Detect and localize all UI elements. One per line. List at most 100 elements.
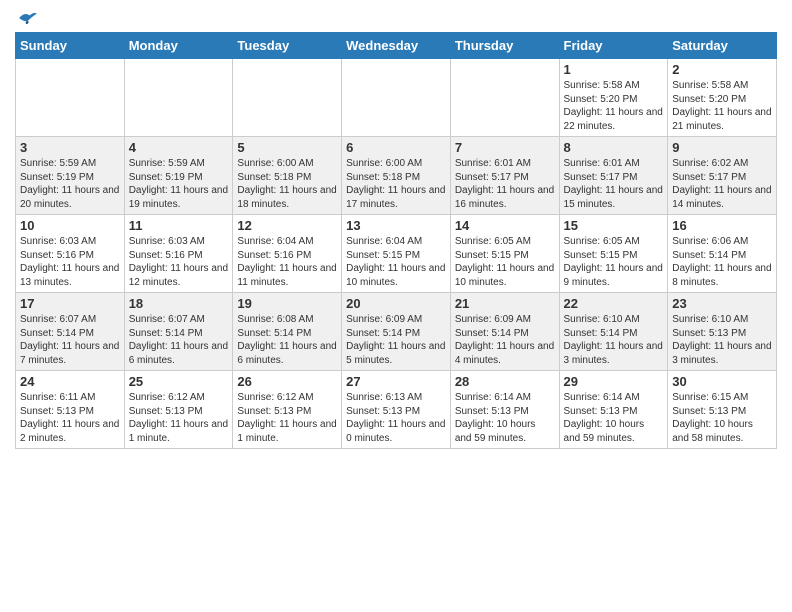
day-number: 21	[455, 296, 555, 311]
calendar-cell: 1 Sunrise: 5:58 AM Sunset: 5:20 PM Daylig…	[559, 59, 668, 137]
column-header-tuesday: Tuesday	[233, 33, 342, 59]
day-number: 17	[20, 296, 120, 311]
calendar-cell	[342, 59, 451, 137]
day-detail: Sunrise: 6:13 AM Sunset: 5:13 PM Dayligh…	[346, 391, 446, 445]
column-header-wednesday: Wednesday	[342, 33, 451, 59]
calendar-table: SundayMondayTuesdayWednesdayThursdayFrid…	[15, 32, 777, 449]
calendar-cell: 12Sunrise: 6:04 AM Sunset: 5:16 PM Dayli…	[233, 215, 342, 293]
day-number: 5	[237, 140, 337, 155]
calendar-cell: 13 Sunrise: 6:04 AM Sunset: 5:15 PM Dayli…	[342, 215, 451, 293]
column-header-saturday: Saturday	[668, 33, 777, 59]
day-detail: Sunrise: 6:10 AM Sunset: 5:13 PM Dayligh…	[672, 313, 772, 367]
day-number: 22	[564, 296, 664, 311]
calendar-cell: 15 Sunrise: 6:05 AM Sunset: 5:15 PM Dayli…	[559, 215, 668, 293]
day-detail: Sunrise: 6:03 AM Sunset: 5:16 PM Dayligh…	[20, 235, 120, 289]
column-header-sunday: Sunday	[16, 33, 125, 59]
calendar-cell: 29 Sunrise: 6:14 AM Sunset: 5:13 PM Dayli…	[559, 371, 668, 449]
calendar-cell: 19 Sunrise: 6:08 AM Sunset: 5:14 PM Dayli…	[233, 293, 342, 371]
calendar-cell: 8 Sunrise: 6:01 AM Sunset: 5:17 PM Daylig…	[559, 137, 668, 215]
logo-bird-icon	[17, 10, 39, 26]
day-detail: Sunrise: 6:11 AM Sunset: 5:13 PM Dayligh…	[20, 391, 120, 445]
logo	[15, 10, 39, 26]
day-number: 20	[346, 296, 446, 311]
calendar-cell: 5 Sunrise: 6:00 AM Sunset: 5:18 PM Daylig…	[233, 137, 342, 215]
day-number: 26	[237, 374, 337, 389]
day-number: 28	[455, 374, 555, 389]
calendar-cell	[124, 59, 233, 137]
day-detail: Sunrise: 5:59 AM Sunset: 5:19 PM Dayligh…	[20, 157, 120, 211]
day-number: 19	[237, 296, 337, 311]
calendar-cell	[16, 59, 125, 137]
calendar-week-row: 1 Sunrise: 5:58 AM Sunset: 5:20 PM Daylig…	[16, 59, 777, 137]
day-detail: Sunrise: 6:03 AM Sunset: 5:16 PM Dayligh…	[129, 235, 229, 289]
calendar-cell: 16 Sunrise: 6:06 AM Sunset: 5:14 PM Dayli…	[668, 215, 777, 293]
day-detail: Sunrise: 6:05 AM Sunset: 5:15 PM Dayligh…	[564, 235, 664, 289]
calendar-week-row: 3 Sunrise: 5:59 AM Sunset: 5:19 PM Daylig…	[16, 137, 777, 215]
day-detail: Sunrise: 6:04 AM Sunset: 5:15 PM Dayligh…	[346, 235, 446, 289]
day-detail: Sunrise: 6:14 AM Sunset: 5:13 PM Dayligh…	[564, 391, 664, 445]
day-number: 8	[564, 140, 664, 155]
day-detail: Sunrise: 6:01 AM Sunset: 5:17 PM Dayligh…	[455, 157, 555, 211]
calendar-cell: 9 Sunrise: 6:02 AM Sunset: 5:17 PM Daylig…	[668, 137, 777, 215]
calendar-cell: 28 Sunrise: 6:14 AM Sunset: 5:13 PM Dayli…	[450, 371, 559, 449]
day-number: 30	[672, 374, 772, 389]
day-detail: Sunrise: 6:00 AM Sunset: 5:18 PM Dayligh…	[237, 157, 337, 211]
day-number: 6	[346, 140, 446, 155]
calendar-cell: 7 Sunrise: 6:01 AM Sunset: 5:17 PM Daylig…	[450, 137, 559, 215]
calendar-cell: 20 Sunrise: 6:09 AM Sunset: 5:14 PM Dayli…	[342, 293, 451, 371]
calendar-cell: 10Sunrise: 6:03 AM Sunset: 5:16 PM Dayli…	[16, 215, 125, 293]
day-number: 11	[129, 218, 229, 233]
day-number: 16	[672, 218, 772, 233]
column-header-friday: Friday	[559, 33, 668, 59]
day-detail: Sunrise: 6:02 AM Sunset: 5:17 PM Dayligh…	[672, 157, 772, 211]
day-number: 27	[346, 374, 446, 389]
calendar-cell: 6Sunrise: 6:00 AM Sunset: 5:18 PM Daylig…	[342, 137, 451, 215]
day-detail: Sunrise: 6:12 AM Sunset: 5:13 PM Dayligh…	[237, 391, 337, 445]
calendar-cell: 18Sunrise: 6:07 AM Sunset: 5:14 PM Dayli…	[124, 293, 233, 371]
day-number: 14	[455, 218, 555, 233]
calendar-cell	[450, 59, 559, 137]
day-detail: Sunrise: 6:10 AM Sunset: 5:14 PM Dayligh…	[564, 313, 664, 367]
day-detail: Sunrise: 6:09 AM Sunset: 5:14 PM Dayligh…	[455, 313, 555, 367]
calendar-week-row: 24Sunrise: 6:11 AM Sunset: 5:13 PM Dayli…	[16, 371, 777, 449]
calendar-cell: 26 Sunrise: 6:12 AM Sunset: 5:13 PM Dayli…	[233, 371, 342, 449]
day-number: 15	[564, 218, 664, 233]
column-header-monday: Monday	[124, 33, 233, 59]
calendar-week-row: 10Sunrise: 6:03 AM Sunset: 5:16 PM Dayli…	[16, 215, 777, 293]
day-detail: Sunrise: 6:06 AM Sunset: 5:14 PM Dayligh…	[672, 235, 772, 289]
calendar-cell: 14Sunrise: 6:05 AM Sunset: 5:15 PM Dayli…	[450, 215, 559, 293]
day-number: 9	[672, 140, 772, 155]
calendar-week-row: 17 Sunrise: 6:07 AM Sunset: 5:14 PM Dayli…	[16, 293, 777, 371]
day-number: 29	[564, 374, 664, 389]
day-number: 1	[564, 62, 664, 77]
day-number: 23	[672, 296, 772, 311]
calendar-cell: 17 Sunrise: 6:07 AM Sunset: 5:14 PM Dayli…	[16, 293, 125, 371]
day-detail: Sunrise: 6:01 AM Sunset: 5:17 PM Dayligh…	[564, 157, 664, 211]
day-number: 2	[672, 62, 772, 77]
day-detail: Sunrise: 6:08 AM Sunset: 5:14 PM Dayligh…	[237, 313, 337, 367]
calendar-cell: 25 Sunrise: 6:12 AM Sunset: 5:13 PM Dayli…	[124, 371, 233, 449]
calendar-cell: 30Sunrise: 6:15 AM Sunset: 5:13 PM Dayli…	[668, 371, 777, 449]
calendar-cell: 2 Sunrise: 5:58 AM Sunset: 5:20 PM Daylig…	[668, 59, 777, 137]
day-number: 4	[129, 140, 229, 155]
page: SundayMondayTuesdayWednesdayThursdayFrid…	[0, 0, 792, 464]
column-header-thursday: Thursday	[450, 33, 559, 59]
day-detail: Sunrise: 5:58 AM Sunset: 5:20 PM Dayligh…	[564, 79, 664, 133]
calendar-cell: 3 Sunrise: 5:59 AM Sunset: 5:19 PM Daylig…	[16, 137, 125, 215]
day-detail: Sunrise: 6:09 AM Sunset: 5:14 PM Dayligh…	[346, 313, 446, 367]
day-detail: Sunrise: 5:59 AM Sunset: 5:19 PM Dayligh…	[129, 157, 229, 211]
calendar-cell	[233, 59, 342, 137]
calendar-cell: 21 Sunrise: 6:09 AM Sunset: 5:14 PM Dayli…	[450, 293, 559, 371]
day-number: 25	[129, 374, 229, 389]
day-number: 13	[346, 218, 446, 233]
calendar-cell: 24Sunrise: 6:11 AM Sunset: 5:13 PM Dayli…	[16, 371, 125, 449]
day-number: 7	[455, 140, 555, 155]
day-detail: Sunrise: 6:07 AM Sunset: 5:14 PM Dayligh…	[20, 313, 120, 367]
day-number: 3	[20, 140, 120, 155]
calendar-cell: 22 Sunrise: 6:10 AM Sunset: 5:14 PM Dayli…	[559, 293, 668, 371]
day-detail: Sunrise: 6:07 AM Sunset: 5:14 PM Dayligh…	[129, 313, 229, 367]
day-detail: Sunrise: 6:14 AM Sunset: 5:13 PM Dayligh…	[455, 391, 555, 445]
day-detail: Sunrise: 6:12 AM Sunset: 5:13 PM Dayligh…	[129, 391, 229, 445]
calendar-header-row: SundayMondayTuesdayWednesdayThursdayFrid…	[16, 33, 777, 59]
day-detail: Sunrise: 5:58 AM Sunset: 5:20 PM Dayligh…	[672, 79, 772, 133]
